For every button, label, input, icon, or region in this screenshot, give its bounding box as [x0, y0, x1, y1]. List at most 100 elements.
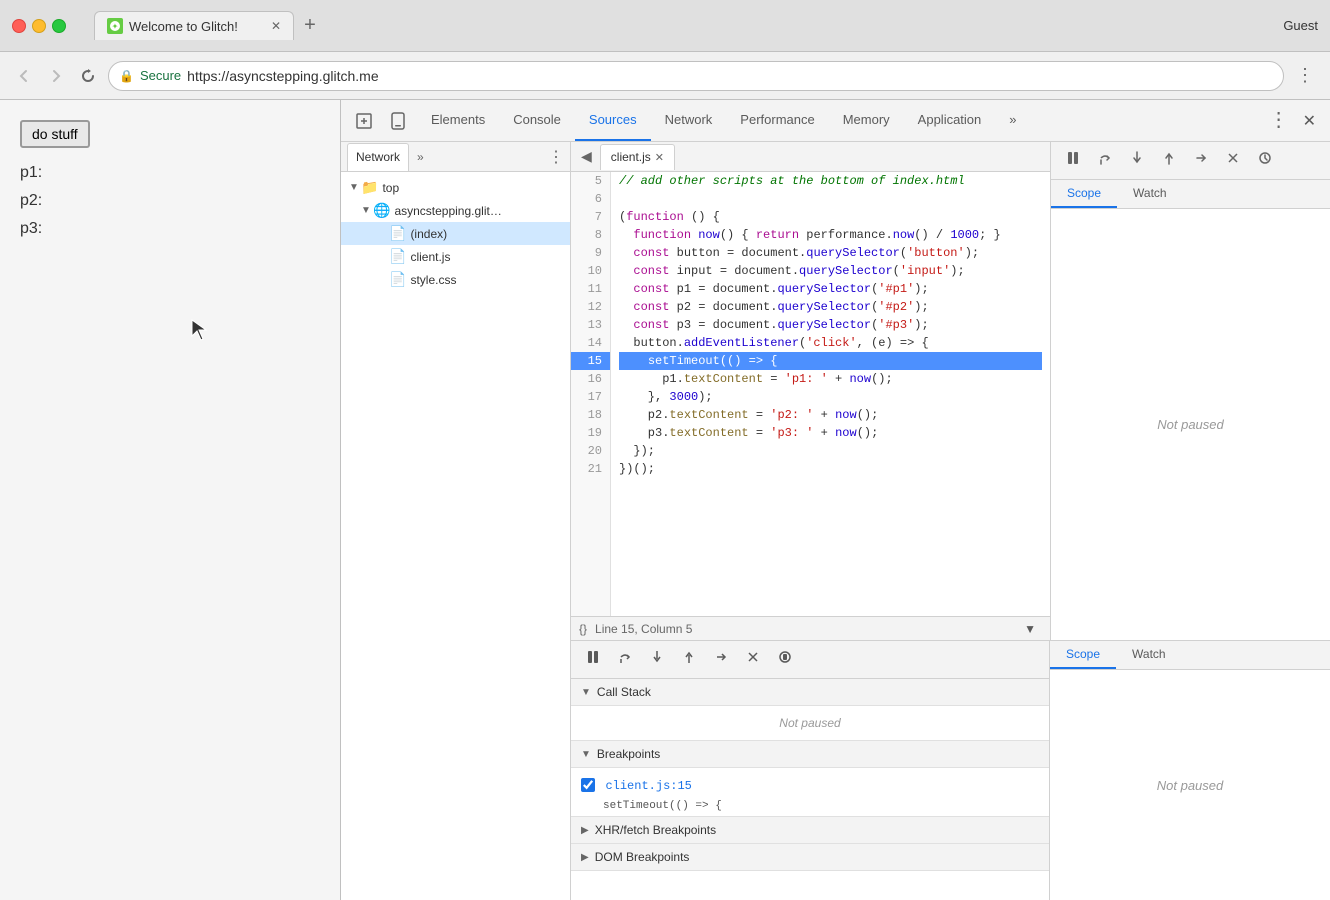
tree-item-domain[interactable]: ▼ 🌐 asyncstepping.glit…: [341, 199, 570, 222]
sources-toolbar-dots[interactable]: ⋮: [548, 147, 564, 167]
maximize-button[interactable]: [52, 19, 66, 33]
code-line-18: p2.textContent = 'p2: ' + now();: [619, 406, 1042, 424]
tab-performance[interactable]: Performance: [726, 100, 828, 141]
tab-scope[interactable]: Scope: [1051, 180, 1117, 208]
do-stuff-button[interactable]: do stuff: [20, 120, 90, 148]
line-numbers: 5 6 7 8 9 10 11 12 13 14 15: [571, 172, 611, 616]
p2-text: p2:: [20, 192, 320, 210]
code-line-6: [619, 190, 1042, 208]
secure-icon: 🔒: [119, 69, 134, 83]
tab-network[interactable]: Network: [651, 100, 727, 141]
statusbar-braces[interactable]: {}: [579, 622, 587, 636]
xhr-breakpoints-label: XHR/fetch Breakpoints: [595, 823, 716, 837]
close-button[interactable]: [12, 19, 26, 33]
device-toolbar-button[interactable]: [383, 108, 413, 134]
omnibox-url: https://asyncstepping.glitch.me: [187, 68, 378, 84]
tree-item-top[interactable]: ▼ 📁 top: [341, 176, 570, 199]
scope-watch-tabs: Scope Watch: [1051, 180, 1330, 209]
editor-tab-client[interactable]: client.js ✕: [600, 144, 675, 170]
call-stack-section: ▼ Call Stack Not paused: [571, 679, 1049, 741]
bottom-deactivate-button[interactable]: [739, 645, 767, 674]
code-line-7: (function () {: [619, 208, 1042, 226]
back-button[interactable]: [12, 64, 36, 88]
tab-sources[interactable]: Sources: [575, 100, 651, 141]
code-line-10: const input = document.querySelector('in…: [619, 262, 1042, 280]
tab-elements[interactable]: Elements: [417, 100, 499, 141]
line-num-20: 20: [571, 442, 610, 460]
tab-memory[interactable]: Memory: [829, 100, 904, 141]
editor-area: ◀ client.js ✕ 5 6 7: [571, 142, 1050, 640]
code-content[interactable]: // add other scripts at the bottom of in…: [611, 172, 1050, 616]
code-line-20: });: [619, 442, 1042, 460]
sources-right-panel: Scope Watch Not paused: [1050, 142, 1330, 640]
bottom-async-button[interactable]: [771, 645, 799, 674]
tree-label-top: top: [382, 181, 399, 195]
tab-bar: ✦ Welcome to Glitch! ✕ +: [94, 10, 1275, 42]
tree-item-client[interactable]: 📄 client.js: [341, 245, 570, 268]
tab-console[interactable]: Console: [499, 100, 575, 141]
tree-item-index[interactable]: 📄 (index): [341, 222, 570, 245]
step-button[interactable]: [1187, 146, 1215, 175]
statusbar-dropdown-button[interactable]: ▼: [1018, 618, 1042, 640]
url-protocol: https://: [187, 68, 229, 84]
devtools-more-button[interactable]: ⋮: [1265, 107, 1293, 135]
breakpoints-header[interactable]: ▼ Breakpoints: [571, 741, 1049, 768]
step-into-button[interactable]: [1123, 146, 1151, 175]
async-button[interactable]: [1251, 146, 1279, 175]
breakpoint-checkbox[interactable]: [581, 778, 595, 792]
tree-item-style[interactable]: 📄 style.css: [341, 268, 570, 291]
sources-toolbar: Network » ⋮: [341, 142, 570, 172]
xhr-breakpoints-header[interactable]: ▶ XHR/fetch Breakpoints: [571, 817, 1049, 844]
secure-label: Secure: [140, 68, 181, 83]
url-domain: asyncstepping.glitch.me: [229, 68, 378, 84]
tree-label-client: client.js: [410, 250, 450, 264]
breakpoint-code-text: setTimeout(() => {: [581, 800, 1039, 812]
editor-tab-close-icon[interactable]: ✕: [655, 151, 664, 164]
bottom-step-button[interactable]: [707, 645, 735, 674]
debug-tab-scope[interactable]: Scope: [1050, 641, 1116, 669]
code-line-13: const p3 = document.querySelector('#p3')…: [619, 316, 1042, 334]
tab-application[interactable]: Application: [904, 100, 996, 141]
new-tab-button[interactable]: +: [294, 10, 326, 42]
inspect-element-button[interactable]: [349, 108, 379, 134]
debug-tab-watch[interactable]: Watch: [1116, 641, 1182, 669]
browser-tab[interactable]: ✦ Welcome to Glitch! ✕: [94, 11, 294, 40]
minimize-button[interactable]: [32, 19, 46, 33]
sources-network-tab[interactable]: Network: [347, 143, 409, 171]
address-bar[interactable]: 🔒 Secure https://asyncstepping.glitch.me: [108, 61, 1284, 91]
tab-watch[interactable]: Watch: [1117, 180, 1183, 208]
breakpoints-content: client.js:15 setTimeout(() => {: [571, 768, 1049, 816]
sources-left-panel: Network » ⋮ ▼ 📁 top ▼ 🌐 asyncstep: [341, 142, 571, 900]
browser-menu-button[interactable]: ⋮: [1292, 61, 1318, 90]
sources-main: ◀ client.js ✕ 5 6 7: [571, 142, 1330, 900]
line-num-13: 13: [571, 316, 610, 334]
devtools-tabs: Elements Console Sources Network Perform…: [417, 100, 1031, 141]
bottom-pause-button[interactable]: [579, 645, 607, 674]
tab-more[interactable]: »: [995, 100, 1030, 141]
editor-toggle-button[interactable]: ◀: [577, 146, 596, 167]
reload-button[interactable]: [76, 64, 100, 88]
editor-statusbar: {} Line 15, Column 5 ▼: [571, 616, 1050, 640]
xhr-arrow: ▶: [581, 825, 589, 836]
pause-resume-button[interactable]: [1059, 146, 1087, 175]
dom-breakpoints-header[interactable]: ▶ DOM Breakpoints: [571, 844, 1049, 871]
forward-button[interactable]: [44, 64, 68, 88]
bottom-step-over-button[interactable]: [611, 645, 639, 674]
tab-close-icon[interactable]: ✕: [271, 19, 281, 33]
scope-panel-content: Not paused: [1051, 209, 1330, 640]
deactivate-breakpoints-button[interactable]: [1219, 146, 1247, 175]
bottom-step-out-button[interactable]: [675, 645, 703, 674]
statusbar-position-text: Line 15, Column 5: [595, 622, 692, 636]
svg-text:✦: ✦: [112, 22, 119, 31]
step-out-button[interactable]: [1155, 146, 1183, 175]
sources-more-button[interactable]: »: [413, 150, 428, 164]
tab-favicon: ✦: [107, 18, 123, 34]
step-over-button[interactable]: [1091, 146, 1119, 175]
code-editor[interactable]: 5 6 7 8 9 10 11 12 13 14 15: [571, 172, 1050, 616]
line-num-8: 8: [571, 226, 610, 244]
bottom-step-into-button[interactable]: [643, 645, 671, 674]
code-line-16: p1.textContent = 'p1: ' + now();: [619, 370, 1042, 388]
devtools-close-button[interactable]: ✕: [1297, 107, 1322, 135]
call-stack-header[interactable]: ▼ Call Stack: [571, 679, 1049, 706]
code-line-19: p3.textContent = 'p3: ' + now();: [619, 424, 1042, 442]
